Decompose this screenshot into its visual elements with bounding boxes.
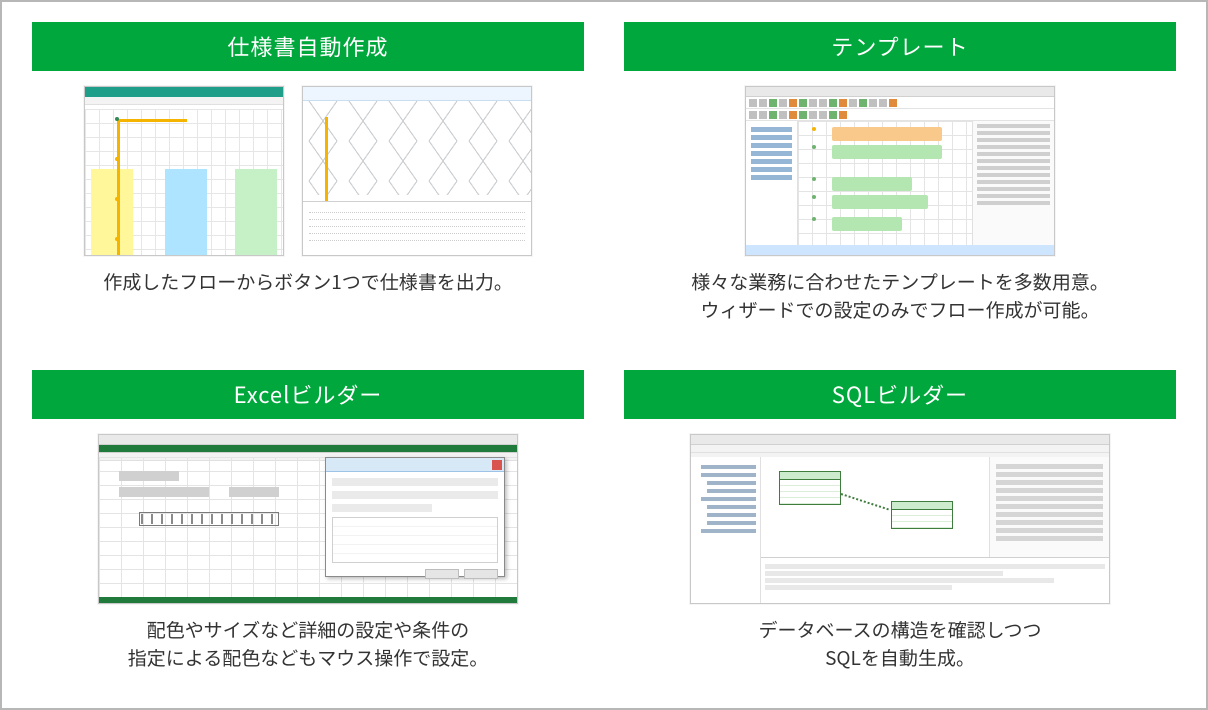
card-caption: 配色やサイズなど詳細の設定や条件の 指定による配色などもマウス操作で設定。 — [128, 616, 488, 671]
card-thumbnail — [84, 83, 532, 258]
feature-card-spec-output: 仕様書自動作成 — [32, 22, 584, 342]
card-caption: データベースの構造を確認しつつ SQLを自動生成。 — [759, 616, 1042, 671]
feature-card-sql-builder: SQLビルダー — [624, 370, 1176, 690]
feature-grid: 仕様書自動作成 — [32, 22, 1176, 690]
thumbnail-sql-builder — [690, 434, 1110, 604]
thumbnail-spec-document — [302, 86, 532, 256]
feature-card-excel-builder: Excelビルダー — [32, 370, 584, 690]
card-thumbnail — [690, 431, 1110, 606]
card-title: テンプレート — [624, 22, 1176, 71]
card-title: Excelビルダー — [32, 370, 584, 419]
card-title: SQLビルダー — [624, 370, 1176, 419]
card-title: 仕様書自動作成 — [32, 22, 584, 71]
card-caption: 様々な業務に合わせたテンプレートを多数用意。 ウィザードでの設定のみでフロー作成… — [691, 268, 1108, 323]
feature-card-template: テンプレート — [624, 22, 1176, 342]
card-thumbnail — [745, 83, 1055, 258]
card-caption: 作成したフローからボタン1つで仕様書を出力。 — [103, 268, 513, 296]
thumbnail-flow-editor — [84, 86, 284, 256]
thumbnail-template-editor — [745, 86, 1055, 256]
thumbnail-settings-dialog — [325, 457, 505, 577]
card-thumbnail — [98, 431, 518, 606]
thumbnail-excel-builder — [98, 434, 518, 604]
